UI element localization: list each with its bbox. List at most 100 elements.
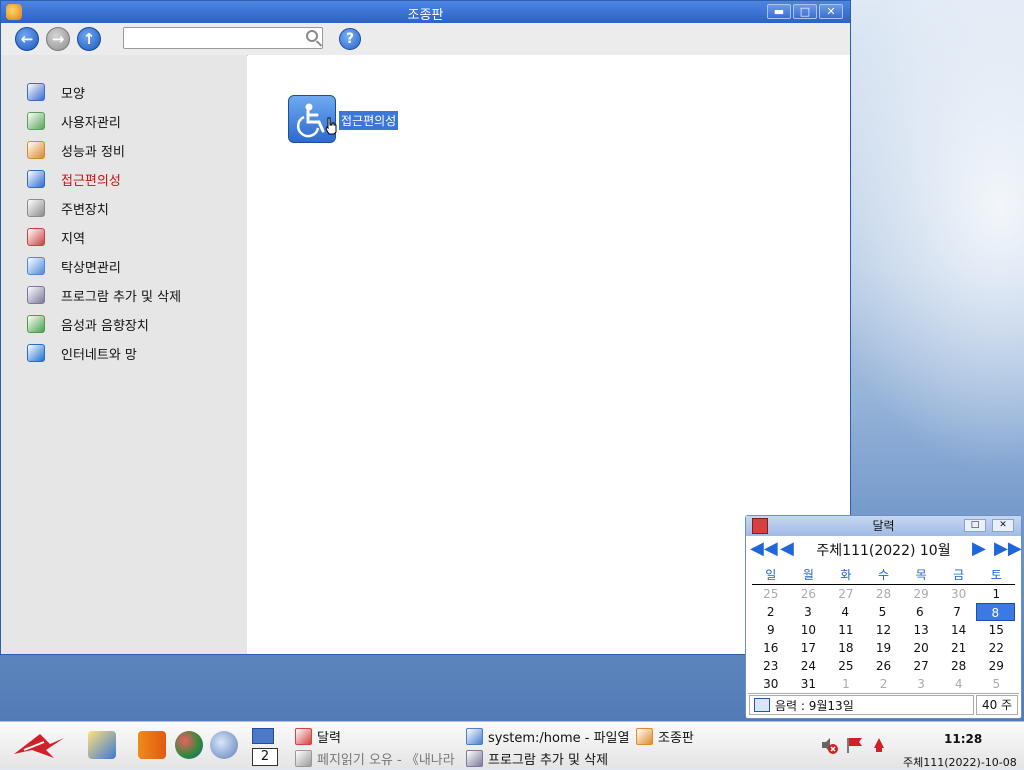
sidebar-item[interactable]: 성능과 정비 bbox=[27, 140, 125, 160]
calendar-day[interactable]: 23 bbox=[752, 657, 790, 675]
network-status-icon[interactable] bbox=[870, 736, 888, 754]
volume-muted-icon[interactable] bbox=[820, 736, 838, 754]
taskbar-task[interactable]: 프로그람 추가 및 삭제 bbox=[466, 748, 608, 768]
calendar-day[interactable]: 20 bbox=[902, 639, 940, 657]
calendar-day[interactable]: 1 bbox=[827, 675, 865, 693]
pager-desktop-2[interactable]: 2 bbox=[252, 748, 278, 766]
calendar-day[interactable]: 2 bbox=[865, 675, 903, 693]
calendar-day[interactable]: 16 bbox=[752, 639, 790, 657]
calendar-day[interactable]: 31 bbox=[790, 675, 828, 693]
calendar-day[interactable]: 25 bbox=[752, 585, 790, 603]
calendar-close-button[interactable]: ✕ bbox=[992, 519, 1014, 532]
sidebar-item[interactable]: 탁상면관리 bbox=[27, 256, 121, 276]
up-button[interactable]: ↑ bbox=[77, 27, 101, 51]
calendar-day[interactable]: 7 bbox=[938, 603, 975, 621]
region-icon bbox=[27, 228, 45, 246]
calendar-day[interactable]: 30 bbox=[940, 585, 978, 603]
desktop-pager[interactable]: 2 bbox=[250, 726, 280, 766]
minimize-button[interactable]: ▬ bbox=[767, 4, 791, 19]
calendar-day[interactable]: 27 bbox=[902, 657, 940, 675]
window-title: 조종판 bbox=[407, 8, 444, 23]
sidebar-item[interactable]: 주변장치 bbox=[27, 198, 109, 218]
calendar-day[interactable]: 29 bbox=[977, 657, 1015, 675]
maximize-button[interactable]: □ bbox=[793, 4, 817, 19]
taskbar-task[interactable]: 페지읽기 오유 - 《내나라》 bbox=[295, 748, 455, 768]
calendar-maximize-button[interactable]: □ bbox=[964, 519, 986, 532]
accessibility-item-label[interactable]: 접근편의성 bbox=[339, 111, 399, 130]
forward-button[interactable]: → bbox=[46, 27, 70, 51]
calendar-day[interactable]: 10 bbox=[790, 621, 828, 639]
sidebar-item[interactable]: 사용자관리 bbox=[27, 111, 121, 131]
desktop-icon bbox=[27, 257, 45, 275]
sidebar-item[interactable]: 모양 bbox=[27, 82, 85, 102]
taskbar-task[interactable]: 조종판 bbox=[636, 726, 694, 746]
sidebar-item-label: 사용자관리 bbox=[61, 115, 121, 131]
calendar-day[interactable]: 9 bbox=[752, 621, 790, 639]
calendar-day[interactable]: 19 bbox=[865, 639, 903, 657]
calendar-day[interactable]: 6 bbox=[901, 603, 938, 621]
desktop-settings-icon[interactable] bbox=[88, 731, 116, 759]
calendar-grid: 일월화수목금토 25 26 27 28 29 30 1 2 3 4 5 6 7 8 9 10 11 12 13 14 1… bbox=[748, 566, 1019, 693]
pager-desktop-1[interactable] bbox=[252, 728, 274, 744]
start-menu-icon[interactable] bbox=[10, 728, 68, 762]
lunar-date: 음력 : 9월13일 bbox=[749, 695, 974, 715]
next-month-icon[interactable]: ▶ bbox=[972, 540, 986, 558]
back-button[interactable]: ← bbox=[15, 27, 39, 51]
clock-time[interactable]: 11:28 bbox=[944, 732, 982, 746]
calendar-day[interactable]: 26 bbox=[790, 585, 828, 603]
calendar-day[interactable]: 11 bbox=[827, 621, 865, 639]
lunar-date-text: 음력 : 9월13일 bbox=[775, 698, 854, 713]
calendar-day[interactable]: 13 bbox=[902, 621, 940, 639]
calendar-day[interactable]: 12 bbox=[865, 621, 903, 639]
taskbar-task[interactable]: 달력 bbox=[295, 726, 341, 746]
browser-icon[interactable] bbox=[175, 731, 203, 759]
flag-icon[interactable] bbox=[846, 736, 864, 754]
search-icon[interactable] bbox=[306, 30, 318, 42]
calendar-day[interactable]: 27 bbox=[827, 585, 865, 603]
calendar-day[interactable]: 3 bbox=[789, 603, 826, 621]
sidebar-item-label: 탁상면관리 bbox=[61, 260, 121, 276]
calendar-day[interactable]: 21 bbox=[940, 639, 978, 657]
sidebar-item[interactable]: 프로그람 추가 및 삭제 bbox=[27, 285, 181, 305]
calendar-day[interactable]: 25 bbox=[827, 657, 865, 675]
calendar-day[interactable]: 30 bbox=[752, 675, 790, 693]
office-icon[interactable] bbox=[138, 731, 166, 759]
appearance-icon bbox=[27, 83, 45, 101]
calendar-day[interactable]: 22 bbox=[977, 639, 1015, 657]
calendar-day[interactable]: 24 bbox=[790, 657, 828, 675]
calendar-day[interactable]: 1 bbox=[977, 585, 1015, 603]
sidebar-item[interactable]: 지역 bbox=[27, 227, 85, 247]
weekday-label: 화 bbox=[840, 568, 852, 582]
devices-icon bbox=[27, 199, 45, 217]
calendar-day[interactable]: 5 bbox=[864, 603, 901, 621]
calendar-day[interactable]: 2 bbox=[752, 603, 789, 621]
search-box[interactable] bbox=[123, 27, 323, 49]
window-titlebar[interactable]: 조종판 ▬ □ ✕ bbox=[1, 1, 850, 23]
calendar-day[interactable]: 5 bbox=[977, 675, 1015, 693]
calendar-titlebar[interactable]: 달력 □ ✕ bbox=[746, 516, 1021, 536]
help-button[interactable]: ? bbox=[339, 28, 361, 50]
calendar-day[interactable]: 14 bbox=[940, 621, 978, 639]
calendar-day[interactable]: 29 bbox=[902, 585, 940, 603]
arrow-left-icon: ← bbox=[20, 30, 34, 48]
search-input[interactable] bbox=[127, 29, 301, 49]
calendar-day[interactable]: 28 bbox=[940, 657, 978, 675]
calendar-day[interactable]: 15 bbox=[977, 621, 1015, 639]
users-icon bbox=[27, 112, 45, 130]
sidebar-item[interactable]: 접근편의성 bbox=[27, 169, 121, 189]
sidebar-item[interactable]: 인터네트와 망 bbox=[27, 343, 137, 363]
sidebar-item[interactable]: 음성과 음향장치 bbox=[27, 314, 149, 334]
calendar-day[interactable]: 8 bbox=[975, 603, 1015, 621]
close-button[interactable]: ✕ bbox=[819, 4, 843, 19]
calendar-day[interactable]: 4 bbox=[940, 675, 978, 693]
calendar-day[interactable]: 28 bbox=[865, 585, 903, 603]
next-year-icon[interactable]: ▶▶ bbox=[994, 540, 1022, 558]
calendar-day[interactable]: 3 bbox=[902, 675, 940, 693]
calendar-day[interactable]: 4 bbox=[827, 603, 864, 621]
taskbar-task[interactable]: system:/home - 파일열람기 bbox=[466, 726, 630, 746]
calendar-day[interactable]: 18 bbox=[827, 639, 865, 657]
media-player-icon[interactable] bbox=[210, 731, 238, 759]
calendar-day[interactable]: 26 bbox=[865, 657, 903, 675]
calendar-day[interactable]: 17 bbox=[790, 639, 828, 657]
sidebar-item-label: 프로그람 추가 및 삭제 bbox=[61, 289, 182, 305]
